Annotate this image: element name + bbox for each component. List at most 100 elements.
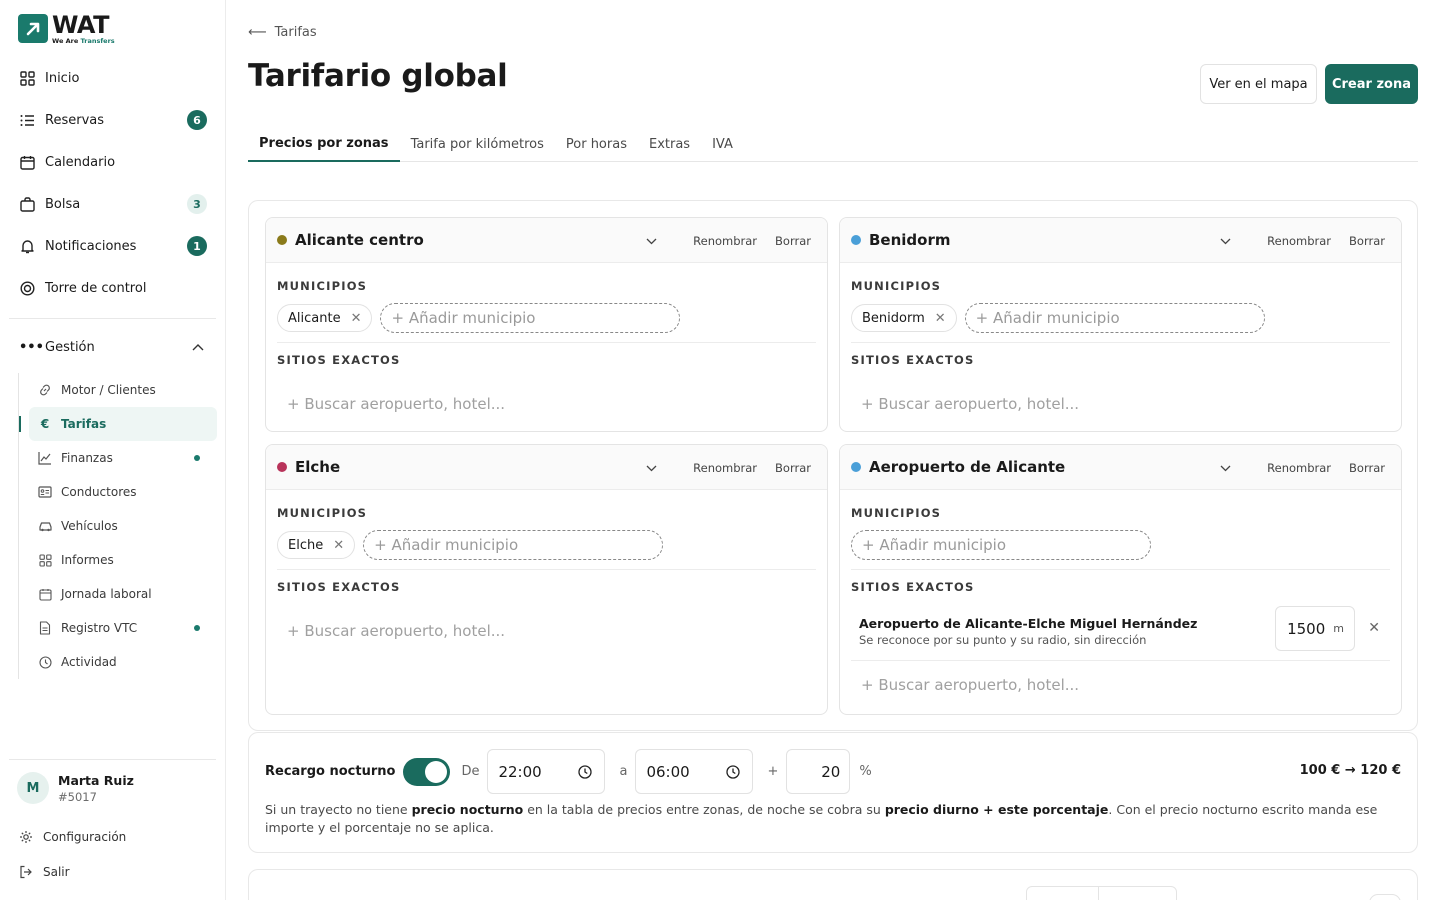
tab-tarifa-km[interactable]: Tarifa por kilómetros (400, 126, 555, 162)
toggle-switch[interactable] (1369, 894, 1401, 900)
sub-label: Registro VTC (61, 621, 138, 635)
nav-item-bolsa[interactable]: Bolsa 3 (9, 183, 216, 225)
chevron-down-icon[interactable] (646, 234, 657, 248)
zone-name: Aeropuerto de Alicante (869, 458, 1066, 476)
close-icon[interactable]: ✕ (935, 311, 946, 326)
zone-header[interactable]: Alicante centro Renombrar Borrar (266, 218, 827, 263)
view-map-button[interactable]: Ver en el mapa (1200, 64, 1317, 104)
gestion-subnav: Motor / Clientes € Tarifas Finanzas Cond… (18, 373, 217, 679)
grid-icon (19, 70, 35, 86)
zone-header[interactable]: Elche Renombrar Borrar (266, 445, 827, 490)
avatar: M (17, 772, 49, 804)
nav-item-inicio[interactable]: Inicio (9, 57, 216, 99)
chevron-down-icon[interactable] (1220, 461, 1231, 475)
arrow-up-right-icon (18, 14, 48, 44)
search-site-input[interactable]: + Buscar aeropuerto, hotel... (861, 676, 1401, 694)
nav-label: Torre de control (45, 280, 147, 296)
municipios-label: MUNICIPIOS (277, 279, 368, 293)
delete-zone-button[interactable]: Borrar (1349, 461, 1385, 475)
radius-value: 1500 (1287, 619, 1326, 638)
user-profile[interactable]: M Marta Ruiz #5017 (17, 772, 134, 804)
sub-item-registro[interactable]: Registro VTC (19, 611, 216, 645)
delete-zone-button[interactable]: Borrar (775, 234, 811, 248)
add-municipio-button[interactable]: + Añadir municipio (380, 303, 681, 333)
exact-site-row: Aeropuerto de Alicante-Elche Miguel Hern… (851, 606, 1390, 656)
add-municipio-button[interactable]: + Añadir municipio (964, 303, 1265, 333)
grid-icon (37, 553, 53, 567)
bolsa-count-badge: 3 (187, 194, 207, 214)
tab-extras[interactable]: Extras (638, 126, 701, 162)
rename-zone-button[interactable]: Renombrar (693, 461, 757, 475)
logout-link[interactable]: Salir (19, 865, 70, 879)
sub-item-actividad[interactable]: Actividad (19, 645, 216, 679)
sub-item-conductores[interactable]: Conductores (19, 475, 216, 509)
site-radius-input[interactable]: 1500 m (1275, 606, 1355, 651)
delete-zone-button[interactable]: Borrar (775, 461, 811, 475)
brand-tagline-b: Transfers (80, 37, 115, 45)
tab-iva[interactable]: IVA (701, 126, 744, 162)
create-zone-button[interactable]: Crear zona (1325, 64, 1418, 104)
search-site-input[interactable]: + Buscar aeropuerto, hotel... (861, 395, 1401, 413)
help-text-bold: precio diurno + este porcentaje (884, 802, 1109, 817)
percent-value: 20 (821, 762, 841, 781)
euro-icon: € (40, 417, 50, 431)
add-municipio-button[interactable]: + Añadir municipio (363, 530, 664, 560)
rename-zone-button[interactable]: Renombrar (693, 234, 757, 248)
tab-por-horas[interactable]: Por horas (555, 126, 638, 162)
night-surcharge-toggle[interactable] (403, 757, 451, 786)
rename-zone-button[interactable]: Renombrar (1267, 461, 1331, 475)
nav-item-reservas[interactable]: Reservas 6 (9, 99, 216, 141)
surcharge-example: 100 € → 120 € (1299, 763, 1401, 778)
percent-input[interactable]: 20 (786, 749, 851, 794)
chevron-up-icon (192, 340, 204, 355)
gestion-label: Gestión (45, 339, 95, 355)
brand-tagline-a: We Are (52, 37, 81, 45)
nav-item-torre[interactable]: Torre de control (9, 267, 216, 309)
gestion-group-toggle[interactable]: ••• Gestión (9, 326, 216, 368)
config-link[interactable]: Configuración (19, 830, 126, 844)
close-icon[interactable]: ✕ (1368, 620, 1380, 636)
chevron-down-icon[interactable] (1220, 234, 1231, 248)
nav-item-calendario[interactable]: Calendario (9, 141, 216, 183)
segmented-control[interactable] (1026, 886, 1177, 900)
sub-item-jornada[interactable]: Jornada laboral (19, 577, 216, 611)
start-time-input[interactable]: 22:00 (487, 749, 606, 794)
sub-label: Jornada laboral (61, 587, 152, 601)
percent-sign: % (859, 764, 872, 779)
sidebar: WAT We Are Transfers Inicio Reservas 6 C… (0, 0, 226, 900)
nav-item-notificaciones[interactable]: Notificaciones 1 (9, 225, 216, 267)
search-site-input[interactable]: + Buscar aeropuerto, hotel... (287, 395, 827, 413)
sub-item-vehiculos[interactable]: Vehículos (19, 509, 216, 543)
logout-icon (19, 865, 33, 879)
link-icon (37, 383, 53, 397)
breadcrumb[interactable]: ⟵ Tarifas (248, 25, 317, 40)
sub-item-finanzas[interactable]: Finanzas (19, 441, 216, 475)
end-time-input[interactable]: 06:00 (635, 749, 754, 794)
search-site-input[interactable]: + Buscar aeropuerto, hotel... (287, 622, 827, 640)
sub-item-informes[interactable]: Informes (19, 543, 216, 577)
sitios-label: SITIOS EXACTOS (277, 353, 401, 367)
footer-divider (9, 759, 216, 760)
sub-item-motor[interactable]: Motor / Clientes (19, 373, 216, 407)
sub-label: Motor / Clientes (61, 383, 156, 397)
help-text-bold: precio nocturno (411, 802, 524, 817)
delete-zone-button[interactable]: Borrar (1349, 234, 1385, 248)
site-description: Se reconoce por su punto y su radio, sin… (859, 632, 1147, 647)
tab-precios-zonas[interactable]: Precios por zonas (248, 126, 400, 162)
close-icon[interactable]: ✕ (333, 538, 344, 553)
zone-header[interactable]: Aeropuerto de Alicante Renombrar Borrar (840, 445, 1401, 490)
sub-label: Informes (61, 553, 114, 567)
night-surcharge-help: Si un trayecto no tiene precio nocturno … (265, 801, 1405, 837)
close-icon[interactable]: ✕ (351, 311, 362, 326)
chart-line-icon (37, 451, 53, 465)
chevron-down-icon[interactable] (646, 461, 657, 475)
rename-zone-button[interactable]: Renombrar (1267, 234, 1331, 248)
car-icon (37, 520, 53, 532)
sub-item-tarifas[interactable]: € Tarifas (19, 407, 217, 441)
brand-logo[interactable]: WAT We Are Transfers (18, 13, 115, 45)
add-municipio-button[interactable]: + Añadir municipio (851, 530, 1151, 560)
zone-header[interactable]: Benidorm Renombrar Borrar (840, 218, 1401, 263)
arrow-left-icon: ⟵ (248, 25, 267, 40)
next-section-card (248, 869, 1418, 900)
zone-color-dot (851, 235, 861, 245)
